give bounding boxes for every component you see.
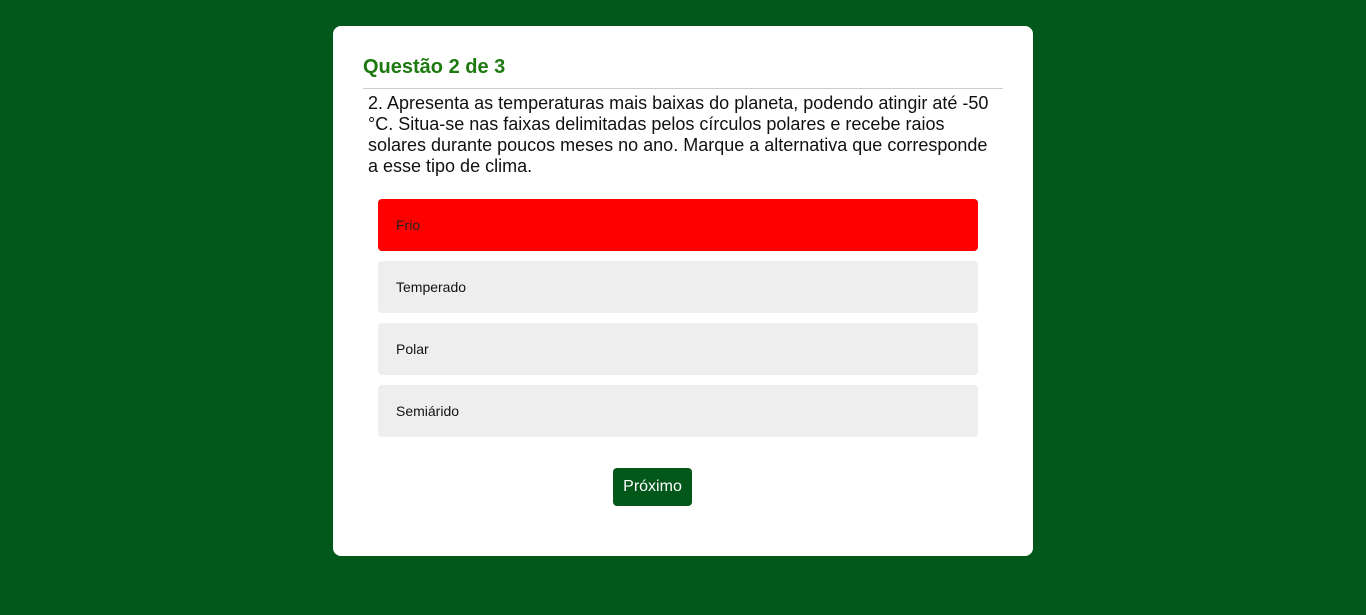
option-label: Semiárido (396, 403, 460, 419)
option-polar[interactable]: Polar (378, 323, 978, 375)
option-temperado[interactable]: Temperado (378, 261, 978, 313)
option-label: Frio (396, 217, 421, 233)
option-label: Temperado (396, 279, 467, 295)
divider (363, 88, 1003, 89)
option-semiarido[interactable]: Semiárido (378, 385, 978, 437)
option-label: Polar (396, 341, 429, 357)
answer-options: Frio Temperado Polar Semiárido (378, 199, 978, 447)
next-button[interactable]: Próximo (613, 468, 692, 506)
quiz-card: Questão 2 de 3 2. Apresenta as temperatu… (333, 26, 1033, 556)
question-text: 2. Apresenta as temperaturas mais baixas… (368, 93, 989, 176)
question-counter: Questão 2 de 3 (363, 56, 506, 78)
option-frio[interactable]: Frio (378, 199, 978, 251)
